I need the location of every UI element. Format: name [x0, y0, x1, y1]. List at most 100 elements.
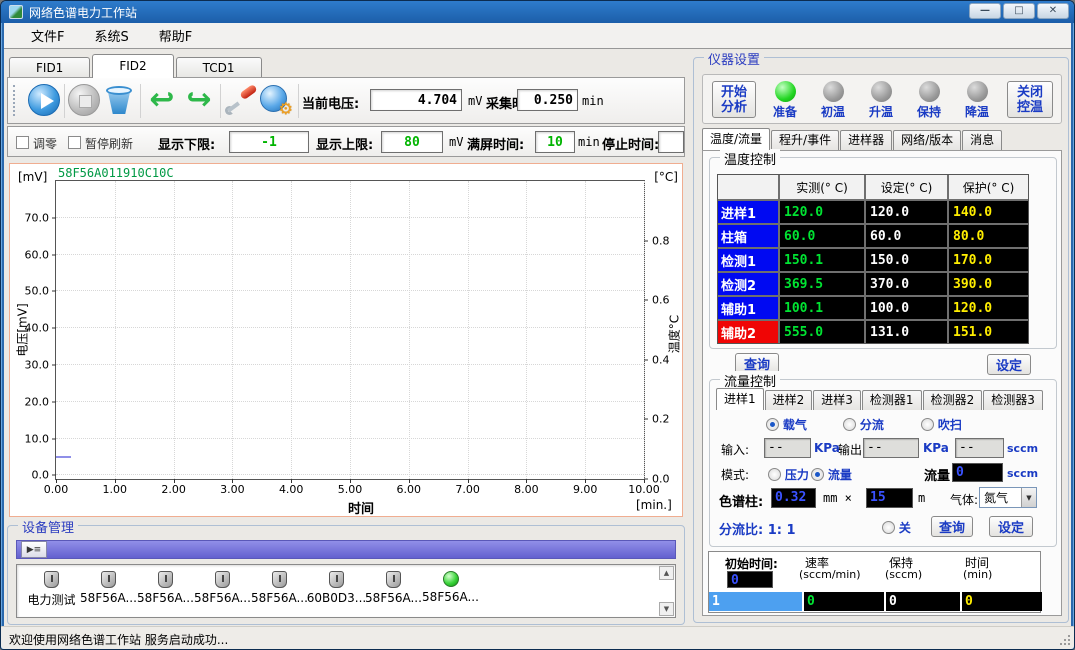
fullscreen-time-field[interactable]: 10 [535, 131, 575, 153]
input-pressure-field[interactable]: -- [764, 438, 811, 458]
temp-protect-cell[interactable]: 80.0 [949, 225, 1028, 247]
temp-set-cell[interactable]: 60.0 [866, 225, 947, 247]
gas-select[interactable]: 氮气 ▼ [979, 487, 1037, 508]
instrument-tab-2[interactable]: 程升/事件 [771, 130, 839, 150]
flow-setpoint-field[interactable]: 0 [952, 463, 1003, 482]
temp-protect-cell[interactable]: 390.0 [949, 273, 1028, 295]
split-label: 分流 [860, 418, 884, 432]
flow-mode-radio[interactable]: 流量 [811, 466, 852, 483]
program-hold-cell[interactable]: 0 [886, 592, 960, 611]
device-icon [158, 571, 173, 588]
temp-set-cell[interactable]: 150.0 [866, 249, 947, 271]
y2-tick [644, 419, 648, 420]
instrument-tab-4[interactable]: 网络/版本 [893, 130, 961, 150]
temp-protect-cell[interactable]: 170.0 [949, 249, 1028, 271]
fullscreen-time-label: 满屏时间: [467, 134, 524, 153]
split-off-radio[interactable]: 关 [882, 519, 911, 536]
split-radio[interactable]: 分流 [843, 416, 884, 433]
start-acquisition-button[interactable] [28, 84, 62, 118]
resize-grip[interactable] [1068, 643, 1070, 645]
instrument-tab-3[interactable]: 进样器 [840, 130, 892, 150]
device-item-6[interactable]: 60B0D3... [308, 569, 365, 605]
close-button[interactable]: ✕ [1037, 3, 1069, 19]
voltage-field[interactable]: 4.704 [370, 89, 462, 111]
voltage-unit: mV [468, 94, 482, 108]
flow-value-label: 流量 [924, 465, 950, 484]
start-analysis-button[interactable]: 开始分析 [712, 81, 756, 118]
initial-time-field[interactable]: 0 [727, 571, 773, 588]
lower-limit-field[interactable]: -1 [229, 131, 309, 153]
temp-set-cell[interactable]: 120.0 [866, 201, 947, 223]
lower-limit-label: 显示下限: [158, 134, 215, 153]
device-item-8[interactable]: 58F56A... [422, 569, 479, 604]
program-time-cell[interactable]: 0 [962, 592, 1042, 611]
carrier-gas-radio[interactable]: 载气 [766, 416, 807, 433]
flow-tab-3[interactable]: 进样3 [813, 390, 861, 410]
led-item-5: 降温 [953, 79, 1001, 121]
menu-system[interactable]: 系统S [90, 24, 132, 47]
purge-radio[interactable]: 吹扫 [921, 416, 962, 433]
menu-help[interactable]: 帮助F [155, 24, 196, 47]
menu-file[interactable]: 文件F [27, 24, 68, 47]
temp-flow-tab-page: 温度控制 实测(° C)设定(° C)保护(° C)进样1120.0120.01… [702, 150, 1062, 616]
device-item-2[interactable]: 58F56A... [80, 569, 137, 605]
temp-protect-cell[interactable]: 140.0 [949, 201, 1028, 223]
flow-tab-2[interactable]: 进样2 [765, 390, 813, 410]
scroll-up-arrow[interactable]: ▲ [659, 566, 674, 580]
split-off-label: 关 [899, 521, 911, 535]
temp-protect-cell[interactable]: 151.0 [949, 321, 1028, 343]
tools-button[interactable] [224, 84, 258, 118]
program-table: 初始时间: 0 速率 (sccm/min) 保持 (sccm) 时间 (min)… [708, 551, 1041, 613]
upper-limit-field[interactable]: 80 [381, 131, 443, 153]
device-item-3[interactable]: 58F56A... [137, 569, 194, 605]
output-pressure-field[interactable]: -- [863, 438, 919, 458]
toolbar-grip[interactable] [13, 85, 16, 116]
temp-set-button[interactable]: 设定 [987, 354, 1031, 375]
x-tick-label: 8.00 [514, 483, 539, 496]
network-settings-button[interactable]: ⚙ [260, 84, 294, 118]
led-indicator [775, 81, 796, 102]
maximize-button[interactable]: □ [1003, 3, 1035, 19]
pause-refresh-checkbox[interactable] [68, 136, 81, 149]
column-length-field[interactable]: 15 [866, 488, 913, 508]
x-tick-label: 2.00 [161, 483, 186, 496]
stop-time-field[interactable] [658, 131, 684, 153]
scroll-down-arrow[interactable]: ▼ [659, 602, 674, 616]
instrument-tab-1[interactable]: 温度/流量 [702, 128, 770, 150]
total-flow-field[interactable]: -- [955, 438, 1004, 458]
instrument-tab-5[interactable]: 消息 [962, 130, 1002, 150]
flow-tab-1[interactable]: 进样1 [716, 388, 764, 410]
device-item-7[interactable]: 58F56A... [365, 569, 422, 605]
device-item-1[interactable]: 电力测试 [23, 569, 80, 608]
radio-icon [882, 521, 895, 534]
stop-acquisition-button[interactable] [68, 84, 102, 118]
temp-protect-cell[interactable]: 120.0 [949, 297, 1028, 319]
temperature-control-title: 温度控制 [720, 149, 780, 168]
flow-query-button[interactable]: 查询 [931, 516, 973, 537]
column-id-field[interactable]: 0.32 [771, 488, 816, 508]
acq-time-field[interactable]: 0.250 [517, 89, 578, 111]
tab-fid2[interactable]: FID2 [92, 54, 173, 78]
tab-tcd1[interactable]: TCD1 [176, 57, 262, 78]
zero-checkbox[interactable] [16, 136, 29, 149]
program-row-index[interactable]: 1 [709, 592, 802, 611]
flow-tab-4[interactable]: 检测器1 [862, 390, 922, 410]
forward-button[interactable]: ↪ [182, 84, 216, 118]
minimize-button[interactable]: — [969, 3, 1001, 19]
flow-tab-5[interactable]: 检测器2 [923, 390, 983, 410]
program-rate-cell[interactable]: 0 [804, 592, 884, 611]
temp-corner-cell [718, 175, 778, 199]
device-list-button[interactable]: ▶≡ [21, 541, 47, 558]
temp-set-cell[interactable]: 370.0 [866, 273, 947, 295]
close-temp-control-button[interactable]: 关闭控温 [1007, 81, 1053, 118]
device-item-5[interactable]: 58F56A... [251, 569, 308, 605]
device-item-4[interactable]: 58F56A... [194, 569, 251, 605]
temp-set-cell[interactable]: 131.0 [866, 321, 947, 343]
flow-set-button[interactable]: 设定 [989, 516, 1033, 537]
temp-set-cell[interactable]: 100.0 [866, 297, 947, 319]
flow-tab-6[interactable]: 检测器3 [983, 390, 1043, 410]
back-button[interactable]: ↩ [145, 84, 179, 118]
clear-button[interactable] [104, 84, 138, 118]
pressure-mode-radio[interactable]: 压力 [768, 466, 809, 483]
tab-fid1[interactable]: FID1 [9, 57, 90, 78]
